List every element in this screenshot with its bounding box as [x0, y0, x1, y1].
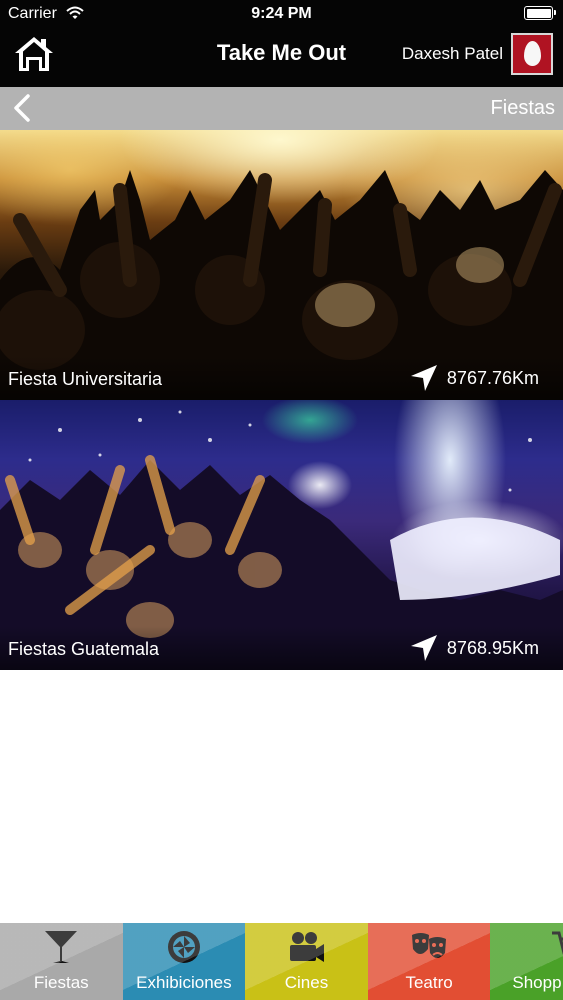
tab-label: Exhibiciones	[136, 973, 232, 992]
user-name[interactable]: Daxesh Patel	[402, 44, 503, 64]
tab-fiestas[interactable]: Fiestas	[0, 923, 123, 1000]
tab-shopping[interactable]: Shopp	[490, 923, 563, 1000]
event-distance: 8767.76Km	[446, 367, 539, 388]
distance-group: 8768.95Km	[409, 634, 539, 662]
back-button[interactable]	[8, 93, 36, 123]
section-title: Fiestas	[490, 97, 555, 119]
chevron-left-icon	[14, 94, 30, 122]
status-bar: Carrier 9:24 PM	[0, 0, 563, 28]
section-header: Fiestas	[0, 87, 563, 130]
navigation-arrow-icon	[410, 365, 437, 391]
theater-masks-icon	[412, 933, 447, 958]
avatar[interactable]	[511, 33, 553, 75]
event-name: Fiesta Universitaria	[8, 369, 163, 389]
tab-label: Fiestas	[33, 973, 89, 992]
tab-teatro[interactable]: Teatro	[367, 923, 491, 1000]
event-name: Fiestas Guatemala	[8, 639, 160, 659]
camera-shutter-icon	[167, 931, 200, 963]
egg-icon	[524, 41, 541, 66]
shopping-cart-icon	[552, 931, 563, 954]
battery-icon	[524, 6, 556, 20]
navigation-arrow-icon	[410, 635, 437, 661]
tab-label: Shopp	[512, 973, 562, 992]
top-bar: Carrier 9:24 PM Take Me Out Daxesh Patel	[0, 0, 563, 87]
distance-group: 8767.76Km	[409, 364, 539, 392]
video-camera-icon	[290, 932, 325, 962]
tab-label: Teatro	[405, 973, 453, 992]
tab-bar: Fiestas Exhibiciones Cines Teatro Shopp	[0, 923, 563, 1000]
event-distance: 8768.95Km	[446, 637, 539, 658]
tab-cines[interactable]: Cines	[245, 923, 368, 1000]
event-card[interactable]: Fiestas Guatemala 8768.95Km	[0, 400, 563, 670]
status-time: 9:24 PM	[251, 5, 312, 22]
event-card[interactable]: Fiesta Universitaria 8767.76Km	[0, 130, 563, 400]
cocktail-glass-icon	[45, 931, 78, 963]
tab-exhibiciones[interactable]: Exhibiciones	[122, 923, 246, 1000]
tab-label: Cines	[284, 973, 329, 992]
